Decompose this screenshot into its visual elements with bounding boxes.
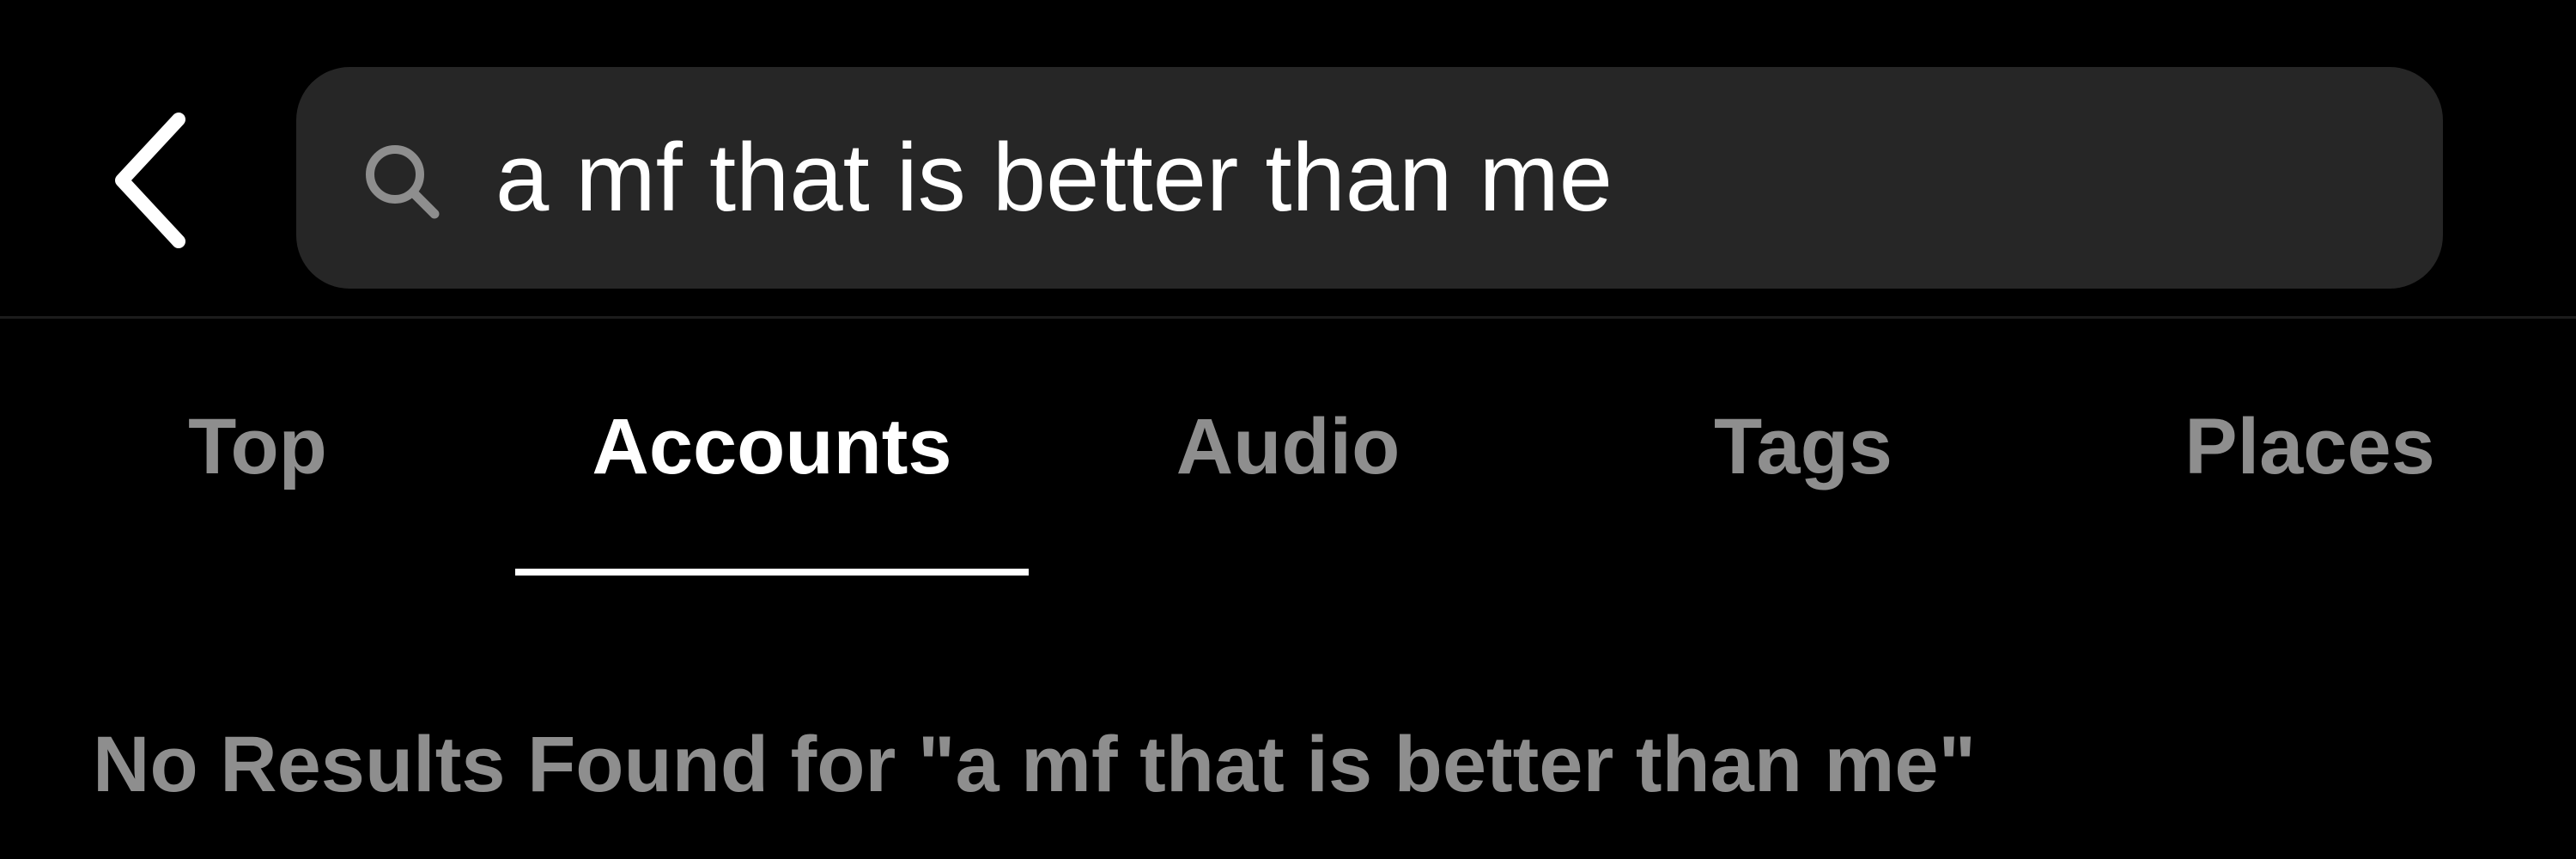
no-results-message: No Results Found for "a mf that is bette…: [93, 721, 1977, 808]
tab-top[interactable]: Top: [155, 391, 361, 503]
tab-places[interactable]: Places: [2129, 391, 2490, 503]
tab-audio[interactable]: Audio: [1116, 391, 1460, 503]
chevron-left-icon: [115, 113, 185, 248]
search-input[interactable]: a mf that is better than me: [495, 67, 2385, 289]
tab-accounts[interactable]: Accounts: [515, 391, 1029, 503]
search-bar[interactable]: a mf that is better than me: [296, 67, 2443, 289]
search-icon: [359, 138, 445, 224]
tab-tags[interactable]: Tags: [1631, 391, 1975, 503]
header-divider: [0, 316, 2576, 319]
back-button[interactable]: [103, 107, 197, 253]
active-tab-indicator: [515, 569, 1029, 576]
